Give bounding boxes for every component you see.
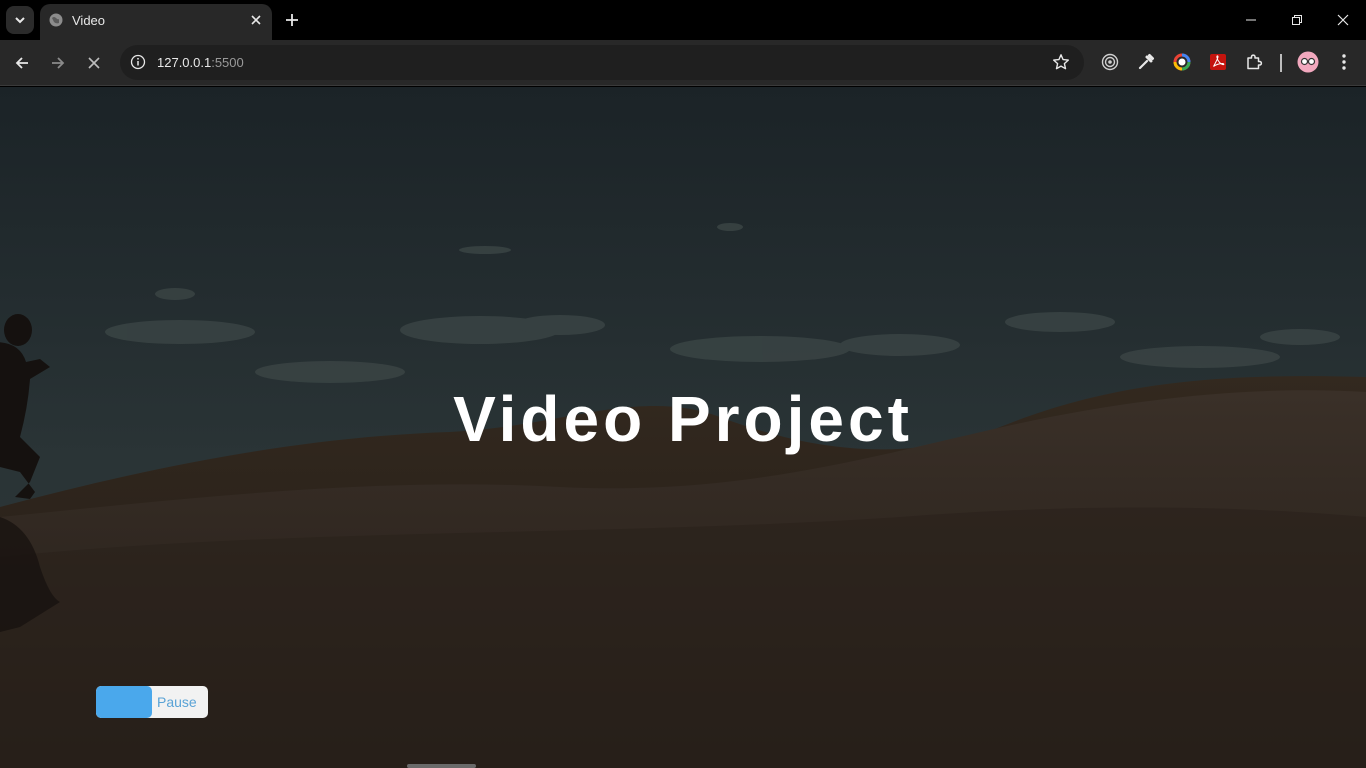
tab-search-button[interactable] [6, 6, 34, 34]
avatar-icon [1297, 51, 1319, 73]
restore-button[interactable] [1274, 0, 1320, 40]
plus-icon [286, 14, 298, 26]
forward-button[interactable] [44, 49, 72, 77]
extension-color[interactable] [1172, 52, 1192, 72]
url-port: :5500 [211, 55, 244, 70]
tab-video[interactable]: Video [40, 4, 272, 40]
info-icon[interactable] [130, 54, 146, 70]
horizontal-scrollbar-thumb[interactable] [407, 764, 476, 768]
color-wheel-icon [1173, 53, 1191, 71]
page-viewport: Video Project Pause [0, 87, 1366, 768]
pause-toggle[interactable]: Pause [96, 686, 208, 718]
puzzle-icon [1247, 54, 1263, 70]
minimize-button[interactable] [1228, 0, 1274, 40]
new-tab-button[interactable] [280, 8, 304, 32]
window-close-button[interactable] [1320, 0, 1366, 40]
extension-eyedropper[interactable] [1136, 52, 1156, 72]
star-icon[interactable] [1052, 53, 1070, 71]
arrow-right-icon [52, 57, 65, 69]
browser-toolbar: 127.0.0.1:5500 [0, 40, 1366, 86]
extension-target[interactable] [1100, 52, 1120, 72]
chevron-down-icon [15, 17, 25, 24]
close-icon [1337, 14, 1349, 26]
kebab-menu-icon [1342, 54, 1346, 70]
url-text: 127.0.0.1:5500 [157, 54, 244, 71]
eyedropper-icon [1138, 54, 1154, 70]
extensions-button[interactable] [1244, 52, 1264, 72]
page-title: Video Project [453, 383, 913, 455]
toggle-knob[interactable] [96, 686, 152, 718]
profile-button[interactable] [1297, 51, 1319, 73]
tab-strip: Video [0, 0, 1366, 40]
tab-close-button[interactable] [248, 12, 264, 28]
close-icon [251, 15, 261, 25]
url-host: 127.0.0.1 [157, 55, 212, 70]
restore-icon [1292, 15, 1302, 25]
browser-menu-button[interactable] [1334, 52, 1354, 72]
target-icon [1101, 53, 1119, 71]
tab-title: Video [72, 13, 106, 28]
globe-icon [49, 13, 63, 27]
pdf-icon [1210, 54, 1226, 70]
back-button[interactable] [8, 49, 36, 77]
toolbar-divider [1280, 54, 1282, 72]
address-bar[interactable]: 127.0.0.1:5500 [120, 45, 1084, 80]
extension-pdf[interactable] [1208, 52, 1228, 72]
stop-loading-button[interactable] [80, 49, 108, 77]
toggle-label: Pause [157, 694, 197, 710]
stop-loading-icon [88, 57, 100, 69]
minimize-icon [1246, 19, 1256, 21]
arrow-left-icon [15, 57, 28, 69]
